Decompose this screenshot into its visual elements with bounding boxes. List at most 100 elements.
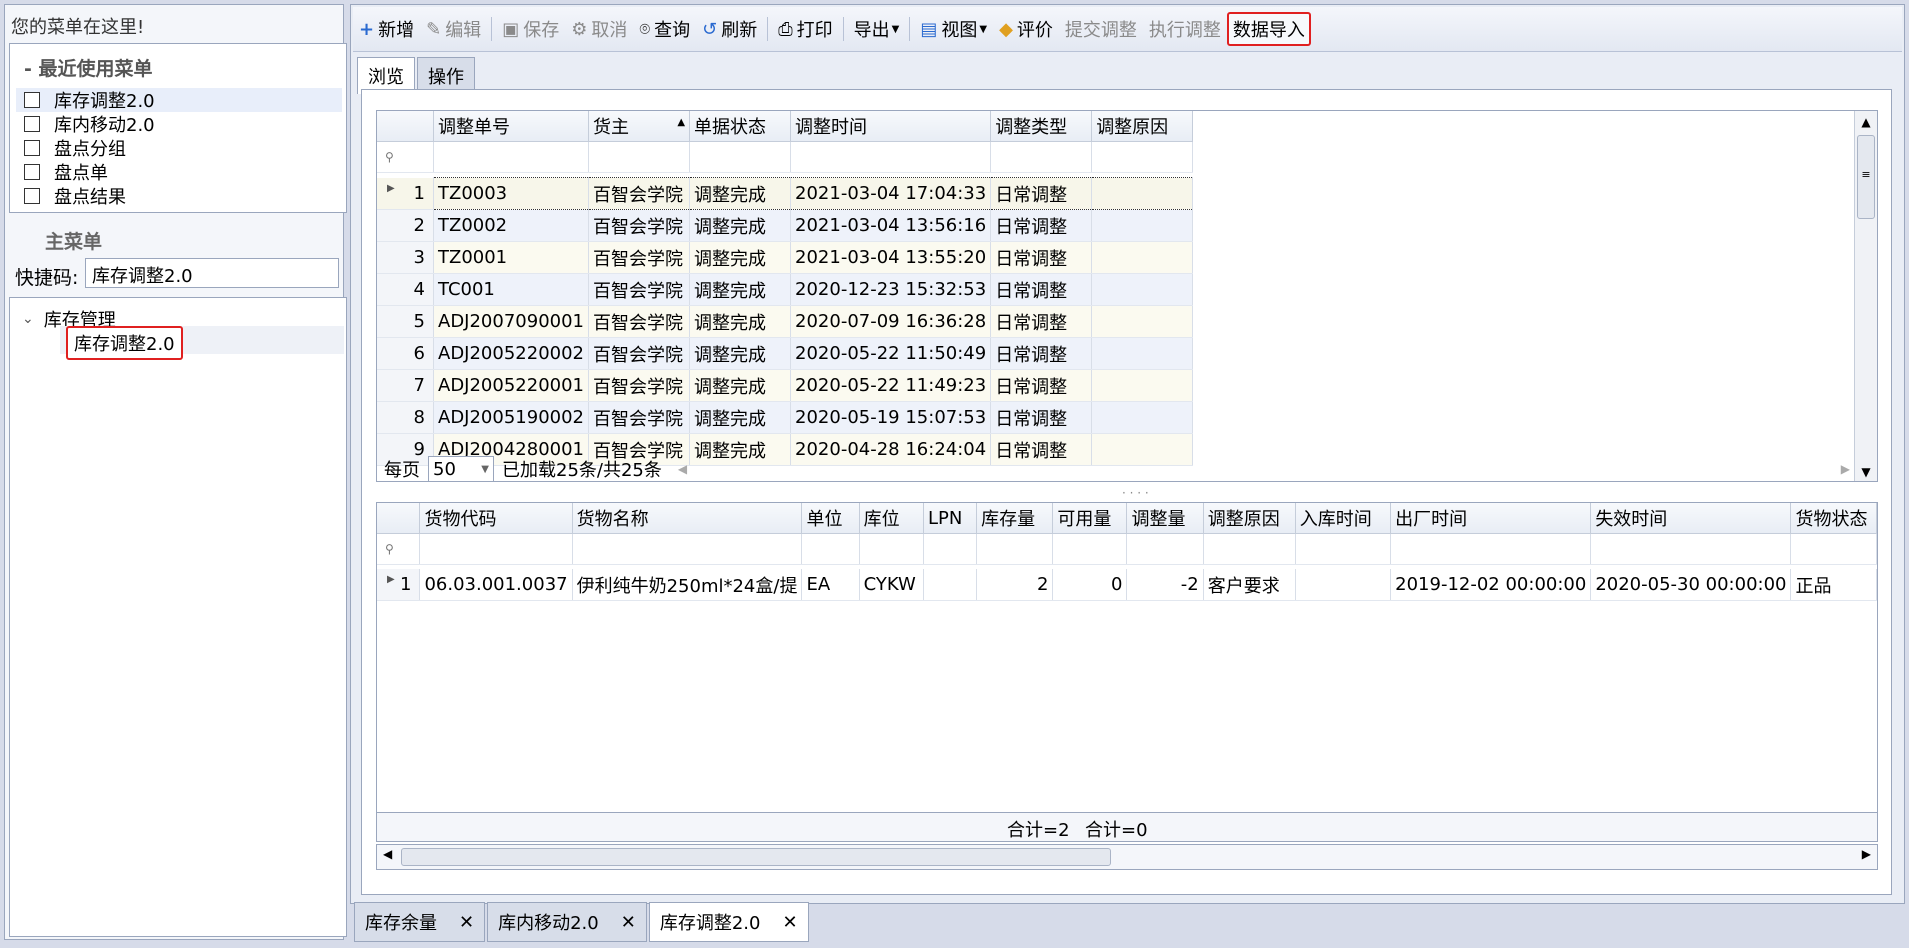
recent-item[interactable]: 库内移动2.0 bbox=[16, 112, 342, 136]
table-row[interactable]: 2 TZ0002 百智会学院 调整完成 2021-03-04 13:56:16 日常调整 bbox=[377, 209, 1194, 242]
dropdown-arrow-icon: ▼ bbox=[481, 463, 489, 475]
column-header[interactable]: 入库时间 bbox=[1295, 503, 1392, 534]
edit-button[interactable]: ✎ 编辑 bbox=[420, 12, 487, 46]
per-page-select[interactable]: 50 ▼ bbox=[428, 456, 494, 482]
filter-cell[interactable] bbox=[1590, 533, 1792, 565]
filter-cell[interactable] bbox=[588, 141, 691, 173]
column-header[interactable]: 调整单号 bbox=[433, 111, 590, 142]
cancel-button[interactable]: ⚙ 取消 bbox=[565, 12, 633, 46]
column-header[interactable]: 可用量 bbox=[1052, 503, 1128, 534]
chevron-down-icon[interactable]: ⌄ bbox=[22, 311, 34, 327]
table-row[interactable]: 4 TC001 百智会学院 调整完成 2020-12-23 15:32:53 日常调整 bbox=[377, 273, 1194, 306]
scroll-thumb[interactable] bbox=[401, 848, 1111, 866]
data-import-button[interactable]: 数据导入 bbox=[1226, 12, 1311, 46]
vertical-scrollbar[interactable]: ▲ ≡ ▼ bbox=[1854, 111, 1877, 481]
table-row[interactable]: 8 ADJ2005190002 百智会学院 调整完成 2020-05-19 15:07:… bbox=[377, 401, 1194, 434]
filter-cell[interactable] bbox=[1091, 141, 1194, 173]
doc-tab-stock-balance[interactable]: 库存余量 ✕ bbox=[354, 902, 486, 942]
column-header[interactable]: 库存量 bbox=[976, 503, 1054, 534]
filter-cell[interactable] bbox=[1790, 533, 1877, 565]
view-dropdown[interactable]: ▤ 视图 ▼ bbox=[914, 12, 993, 46]
recent-menu-header[interactable]: - 最近使用菜单 bbox=[24, 54, 153, 81]
checkbox[interactable] bbox=[24, 188, 40, 204]
doc-tab-inner-move[interactable]: 库内移动2.0 ✕ bbox=[487, 902, 647, 942]
table-cell: 日常调整 bbox=[990, 241, 1093, 274]
recent-item[interactable]: 盘点单 bbox=[16, 160, 342, 184]
column-header[interactable]: LPN bbox=[923, 503, 978, 534]
recent-item[interactable]: 盘点分组 bbox=[16, 136, 342, 160]
doc-tab-stock-adjust[interactable]: 库存调整2.0 ✕ bbox=[648, 902, 809, 942]
column-header[interactable]: 调整时间 bbox=[790, 111, 992, 142]
filter-cell[interactable] bbox=[790, 141, 992, 173]
column-header[interactable]: 货物状态 bbox=[1790, 503, 1877, 534]
horizontal-scrollbar[interactable]: ◀ ▶ bbox=[376, 844, 1878, 870]
scroll-thumb[interactable]: ≡ bbox=[1857, 135, 1875, 219]
filter-cell[interactable] bbox=[1203, 533, 1296, 565]
column-header[interactable]: 单据状态 bbox=[689, 111, 792, 142]
filter-icon[interactable]: ⚲ bbox=[377, 533, 421, 565]
checkbox[interactable] bbox=[24, 140, 40, 156]
filter-row[interactable]: ⚲ bbox=[377, 533, 1877, 565]
rate-button[interactable]: ◆ 评价 bbox=[993, 12, 1059, 46]
query-button[interactable]: ⌾ 查询 bbox=[633, 12, 696, 46]
filter-cell[interactable] bbox=[572, 533, 803, 565]
filter-cell[interactable] bbox=[1052, 533, 1128, 565]
tree-node-stock-adjust[interactable]: 库存调整2.0 bbox=[66, 326, 183, 360]
filter-cell[interactable] bbox=[990, 141, 1093, 173]
filter-cell[interactable] bbox=[859, 533, 925, 565]
column-header[interactable]: 调整类型 bbox=[990, 111, 1093, 142]
filter-cell[interactable] bbox=[689, 141, 792, 173]
checkbox[interactable] bbox=[24, 92, 40, 108]
print-button[interactable]: ⎙ 打印 bbox=[772, 12, 838, 46]
column-header[interactable]: 库位 bbox=[859, 503, 925, 534]
filter-cell[interactable] bbox=[1390, 533, 1592, 565]
cancel-icon: ⚙ bbox=[571, 18, 588, 40]
filter-cell[interactable] bbox=[433, 141, 590, 173]
filter-icon[interactable]: ⚲ bbox=[377, 141, 434, 173]
main-menu-header[interactable]: 主菜单 bbox=[45, 227, 102, 254]
close-icon[interactable]: ✕ bbox=[621, 912, 636, 933]
table-row[interactable]: 5 ADJ2007090001 百智会学院 调整完成 2020-07-09 16:36:… bbox=[377, 305, 1194, 338]
scroll-right-icon[interactable]: ▶ bbox=[1841, 462, 1850, 476]
submit-adjust-button[interactable]: 提交调整 bbox=[1059, 12, 1143, 46]
scroll-left-icon[interactable]: ◀ bbox=[678, 462, 687, 476]
checkbox[interactable] bbox=[24, 116, 40, 132]
save-icon: ▣ bbox=[502, 18, 520, 40]
filter-cell[interactable] bbox=[419, 533, 573, 565]
filter-cell[interactable] bbox=[976, 533, 1054, 565]
export-dropdown[interactable]: 导出 ▼ bbox=[848, 12, 906, 46]
filter-row[interactable]: ⚲ bbox=[377, 141, 1194, 173]
recent-item[interactable]: 库存调整2.0 bbox=[16, 88, 342, 112]
filter-cell[interactable] bbox=[801, 533, 860, 565]
close-icon[interactable]: ✕ bbox=[459, 912, 474, 933]
column-header[interactable]: 调整原因 bbox=[1203, 503, 1296, 534]
scroll-left-icon[interactable]: ◀ bbox=[383, 847, 392, 861]
column-header[interactable]: 调整量 bbox=[1126, 503, 1204, 534]
column-header[interactable]: 货物代码 bbox=[419, 503, 573, 534]
new-button[interactable]: + 新增 bbox=[353, 12, 420, 46]
shortcut-input[interactable]: 库存调整2.0 bbox=[85, 258, 339, 288]
execute-adjust-button[interactable]: 执行调整 bbox=[1143, 12, 1227, 46]
recent-item[interactable]: 盘点结果 bbox=[16, 184, 342, 208]
table-row[interactable]: 6 ADJ2005220002 百智会学院 调整完成 2020-05-22 11:50:… bbox=[377, 337, 1194, 370]
filter-cell[interactable] bbox=[1126, 533, 1204, 565]
table-row[interactable]: 3 TZ0001 百智会学院 调整完成 2021-03-04 13:55:20 日常调整 bbox=[377, 241, 1194, 274]
column-header[interactable]: 调整原因 bbox=[1091, 111, 1194, 142]
table-row[interactable]: ▶ 1 06.03.001.0037 伊利纯牛奶250ml*24盒/提 EA CYKW 2 0… bbox=[377, 569, 1877, 601]
save-button[interactable]: ▣ 保存 bbox=[496, 12, 565, 46]
refresh-button[interactable]: ↺ 刷新 bbox=[696, 12, 763, 46]
scroll-up-icon[interactable]: ▲ bbox=[1855, 115, 1877, 129]
table-row[interactable]: ▶ 1 TZ0003 百智会学院 调整完成 2021-03-04 17:04:33 日常调整 bbox=[377, 177, 1194, 210]
table-row[interactable]: 7 ADJ2005220001 百智会学院 调整完成 2020-05-22 11:49:… bbox=[377, 369, 1194, 402]
close-icon[interactable]: ✕ bbox=[782, 912, 797, 933]
column-header[interactable]: 失效时间 bbox=[1590, 503, 1792, 534]
checkbox[interactable] bbox=[24, 164, 40, 180]
column-header[interactable]: 单位 bbox=[801, 503, 860, 534]
splitter-handle[interactable]: · · · · bbox=[1122, 486, 1149, 500]
column-header[interactable]: 货物名称 bbox=[572, 503, 803, 534]
filter-cell[interactable] bbox=[1295, 533, 1392, 565]
filter-cell[interactable] bbox=[923, 533, 978, 565]
scroll-right-icon[interactable]: ▶ bbox=[1862, 847, 1871, 861]
column-header[interactable]: 货主 ▲ bbox=[588, 111, 691, 142]
column-header[interactable]: 出厂时间 bbox=[1390, 503, 1592, 534]
